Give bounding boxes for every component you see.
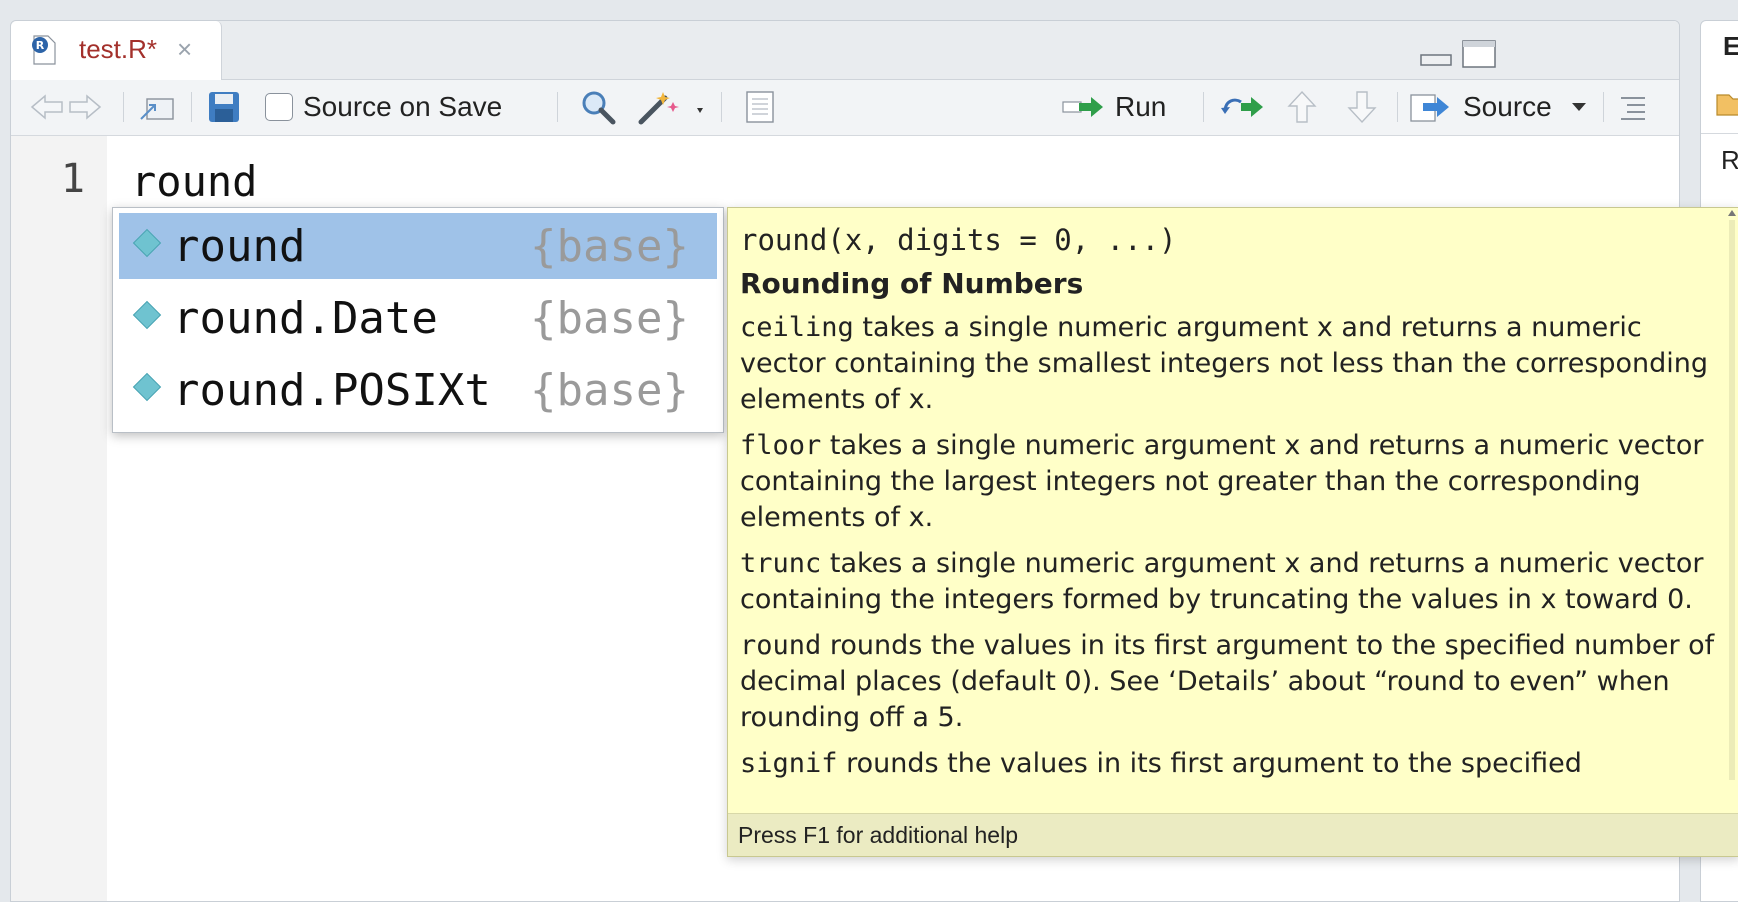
back-button[interactable] [29, 88, 65, 126]
completion-item-round-posixt[interactable]: round.POSIXt {base} [119, 357, 717, 423]
arrow-down-icon [1347, 91, 1377, 124]
close-tab-icon[interactable]: × [177, 34, 192, 65]
source-on-save-checkbox[interactable]: Source on Save [265, 88, 502, 126]
help-paragraph: trunc takes a single numeric argument x … [740, 548, 1704, 615]
folder-icon[interactable] [1715, 87, 1738, 117]
source-icon [1410, 94, 1449, 122]
source-label: Source [1463, 91, 1552, 122]
run-label: Run [1115, 91, 1167, 122]
popout-window-icon [140, 98, 174, 120]
find-replace-button[interactable] [579, 88, 617, 126]
rerun-icon [1221, 97, 1263, 117]
checkbox-box[interactable] [265, 93, 293, 121]
completion-name: round.Date [173, 293, 438, 344]
notebook-icon [746, 91, 774, 123]
source-options-dropdown[interactable] [1571, 88, 1587, 126]
function-icon [132, 228, 162, 258]
svg-text:R: R [36, 39, 45, 52]
completion-name: round [173, 221, 306, 272]
source-button[interactable]: Source [1409, 88, 1552, 126]
outline-icon [1621, 97, 1645, 120]
arrow-right-icon [69, 94, 102, 120]
tab-filename: test.R* [79, 34, 158, 64]
code-line[interactable]: round [131, 157, 257, 206]
document-outline-button[interactable] [1617, 88, 1649, 126]
help-paragraph: signif rounds the values in its first ar… [740, 748, 1582, 779]
function-icon [132, 372, 162, 402]
function-icon [132, 300, 162, 330]
help-signature: round(x, digits = 0, ...) [740, 223, 1177, 257]
help-paragraph: floor takes a single numeric argument x … [740, 430, 1704, 533]
go-to-next-section-button[interactable] [1347, 88, 1377, 126]
editor-tab-strip: R test.R* × [11, 21, 1679, 80]
tab-test-r[interactable]: R test.R* × [11, 21, 222, 80]
help-title: Rounding of Numbers [740, 267, 1084, 300]
completion-name: round.POSIXt [173, 365, 491, 416]
go-to-previous-section-button[interactable] [1287, 88, 1317, 126]
magic-wand-icon [638, 92, 703, 125]
rerun-button[interactable] [1219, 88, 1269, 126]
run-arrow-icon [1062, 97, 1103, 117]
line-number: 1 [60, 156, 85, 202]
editor-toolbar: Source on Save Run Source [11, 80, 1679, 136]
completion-item-round-date[interactable]: round.Date {base} [119, 285, 717, 351]
autocomplete-popup: round {base} round.Date {base} round.POS… [112, 207, 724, 433]
help-content: round(x, digits = 0, ...) Rounding of Nu… [740, 220, 1715, 805]
maximize-pane-icon[interactable] [1461, 39, 1497, 69]
save-button[interactable] [207, 88, 241, 126]
arrow-up-icon [1287, 90, 1317, 123]
run-button[interactable]: Run [1061, 88, 1166, 126]
minimize-pane-icon[interactable] [1419, 39, 1453, 69]
right-pane-tab-label[interactable]: E [1723, 31, 1738, 62]
code-tools-button[interactable] [637, 88, 707, 126]
completion-package: {base} [530, 221, 689, 272]
r-file-icon: R [32, 35, 56, 65]
compile-report-button[interactable] [743, 88, 777, 126]
show-in-new-window-button[interactable] [137, 88, 177, 126]
line-number-gutter: 1 [11, 136, 107, 901]
right-pane-row-label: R [1721, 145, 1738, 175]
completion-item-round[interactable]: round {base} [119, 213, 717, 279]
help-paragraph: ceiling takes a single numeric argument … [740, 312, 1709, 415]
arrow-left-icon [30, 94, 63, 120]
forward-button[interactable] [67, 88, 103, 126]
completion-package: {base} [530, 365, 689, 416]
chevron-down-icon [1572, 103, 1586, 111]
completion-package: {base} [530, 293, 689, 344]
help-popup[interactable]: round(x, digits = 0, ...) Rounding of Nu… [727, 207, 1738, 857]
save-disk-icon [209, 92, 239, 122]
source-on-save-label: Source on Save [303, 91, 503, 122]
help-paragraph: round rounds the values in its first arg… [740, 630, 1715, 733]
help-scrollbar[interactable] [1727, 208, 1737, 808]
help-footer: Press F1 for additional help [728, 813, 1738, 856]
search-icon [582, 91, 616, 125]
